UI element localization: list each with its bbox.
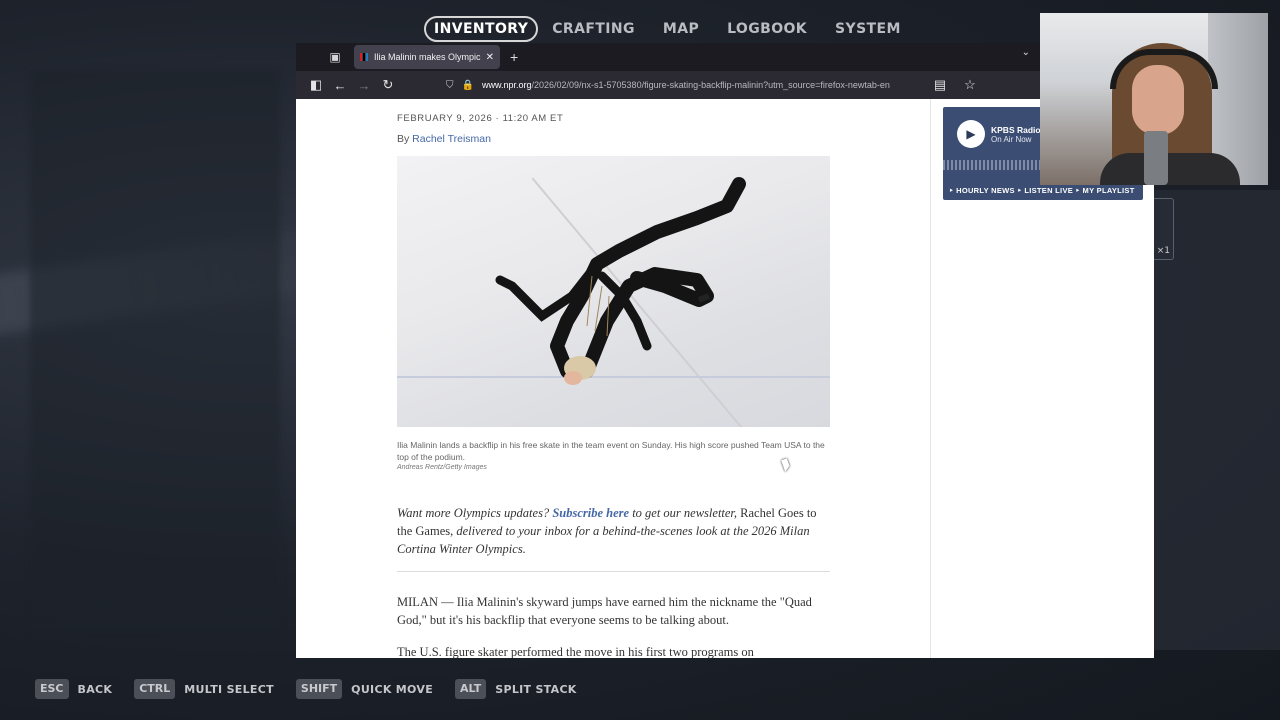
reload-button[interactable]: ↻ bbox=[376, 74, 400, 96]
tab-crafting[interactable]: CRAFTING bbox=[538, 16, 649, 42]
article-byline: By Rachel Treisman bbox=[397, 133, 491, 145]
newsletter-promo: Want more Olympics updates? Subscribe he… bbox=[397, 504, 830, 558]
play-icon[interactable]: ▶ bbox=[957, 120, 985, 148]
sidebar-divider bbox=[930, 99, 931, 658]
npr-favicon-icon bbox=[360, 53, 368, 61]
hint-quick-move[interactable]: SHIFT QUICK MOVE bbox=[295, 679, 434, 699]
browser-tab-title: Ilia Malinin makes Olympic back bbox=[374, 52, 482, 62]
close-tab-icon[interactable]: ✕ bbox=[486, 52, 494, 63]
skater-illustration bbox=[495, 177, 746, 385]
forward-button[interactable]: → bbox=[352, 74, 376, 96]
radio-links[interactable]: ‣ HOURLY NEWS ‣ LISTEN LIVE ‣ MY PLAYLIS… bbox=[949, 186, 1135, 195]
url-path: /2026/02/09/nx-s1-5705380/figure-skating… bbox=[531, 80, 890, 90]
tab-system[interactable]: SYSTEM bbox=[821, 16, 915, 42]
inventory-panel-blurred bbox=[30, 70, 280, 630]
webcam-overlay bbox=[1040, 13, 1268, 185]
tab-map[interactable]: MAP bbox=[649, 16, 713, 42]
section-divider bbox=[397, 571, 830, 572]
article-paragraph: The U.S. figure skater performed the mov… bbox=[397, 645, 754, 658]
article-photo bbox=[397, 156, 830, 427]
microphone bbox=[1144, 131, 1168, 185]
page-content: FEBRUARY 9, 2026 · 11:20 AM ET By Rachel… bbox=[296, 99, 1154, 658]
bookmark-star-icon[interactable]: ☆ bbox=[958, 74, 982, 96]
author-link[interactable]: Rachel Treisman bbox=[412, 133, 491, 145]
hint-back[interactable]: ESC BACK bbox=[35, 679, 112, 699]
tab-logbook[interactable]: LOGBOOK bbox=[713, 16, 821, 42]
hint-split-stack[interactable]: ALT SPLIT STACK bbox=[455, 679, 577, 699]
radio-station: KPBS Radio bbox=[991, 125, 1041, 135]
promo-tail: delivered to your inbox for a behind-the… bbox=[397, 524, 810, 556]
url-host: www.npr.org bbox=[481, 80, 532, 90]
photo-credit: Andreas Rentz/Getty Images bbox=[397, 464, 487, 471]
photo-caption: Ilia Malinin lands a backflip in his fre… bbox=[397, 440, 825, 462]
back-button[interactable]: ← bbox=[328, 74, 352, 96]
shield-icon[interactable]: ⛉ bbox=[446, 80, 454, 91]
hint-label: SPLIT STACK bbox=[495, 682, 577, 696]
subscribe-link[interactable]: Subscribe here bbox=[552, 506, 629, 520]
streamer-shirt bbox=[1100, 153, 1240, 185]
hint-label: MULTI SELECT bbox=[184, 682, 274, 696]
key-shift: SHIFT bbox=[295, 679, 343, 699]
chevron-down-icon[interactable]: ⌄ bbox=[1022, 47, 1030, 58]
key-alt: ALT bbox=[455, 679, 487, 699]
browser-tab-bar: ▣ Ilia Malinin makes Olympic back ✕ + ⌄ bbox=[296, 43, 1154, 71]
radio-status: On Air Now bbox=[991, 135, 1032, 144]
headphones bbox=[1110, 49, 1218, 89]
lock-icon[interactable]: 🔒 bbox=[462, 80, 474, 91]
reader-view-icon[interactable]: ▤ bbox=[928, 74, 952, 96]
promo-mid: to get our newsletter, bbox=[629, 506, 741, 520]
article-paragraph: MILAN — Ilia Malinin's skyward jumps hav… bbox=[397, 595, 812, 627]
promo-lead: Want more Olympics updates? bbox=[397, 506, 553, 520]
browser-nav-bar: ◧ ← → ↻ ⛉ 🔒 www.npr.org/2026/02/09/nx-s1… bbox=[296, 71, 1154, 99]
key-hints-bar: ESC BACK CTRL MULTI SELECT SHIFT QUICK MOVE… bbox=[35, 679, 599, 699]
key-esc: ESC bbox=[35, 679, 69, 699]
article-dateline: FEBRUARY 9, 2026 · 11:20 AM ET bbox=[397, 113, 564, 124]
key-ctrl: CTRL bbox=[134, 679, 176, 699]
browser-tab-active[interactable]: Ilia Malinin makes Olympic back ✕ bbox=[354, 45, 500, 69]
tab-overview-icon[interactable]: ▣ bbox=[322, 47, 348, 67]
slot-count: ×1 bbox=[1156, 246, 1170, 256]
tab-inventory[interactable]: INVENTORY bbox=[424, 16, 539, 42]
browser-window: ▣ Ilia Malinin makes Olympic back ✕ + ⌄ … bbox=[296, 43, 1154, 658]
byline-prefix: By bbox=[397, 133, 413, 145]
sidebar-toggle-icon[interactable]: ◧ bbox=[304, 74, 328, 96]
game-top-nav: INVENTORY CRAFTING MAP LOGBOOK SYSTEM bbox=[424, 16, 915, 42]
hint-multi-select[interactable]: CTRL MULTI SELECT bbox=[134, 679, 274, 699]
hint-label: BACK bbox=[77, 682, 113, 696]
hint-label: QUICK MOVE bbox=[351, 682, 434, 696]
url-bar[interactable]: ⛉ 🔒 www.npr.org/2026/02/09/nx-s1-5705380… bbox=[446, 74, 894, 96]
new-tab-icon[interactable]: + bbox=[510, 49, 518, 65]
